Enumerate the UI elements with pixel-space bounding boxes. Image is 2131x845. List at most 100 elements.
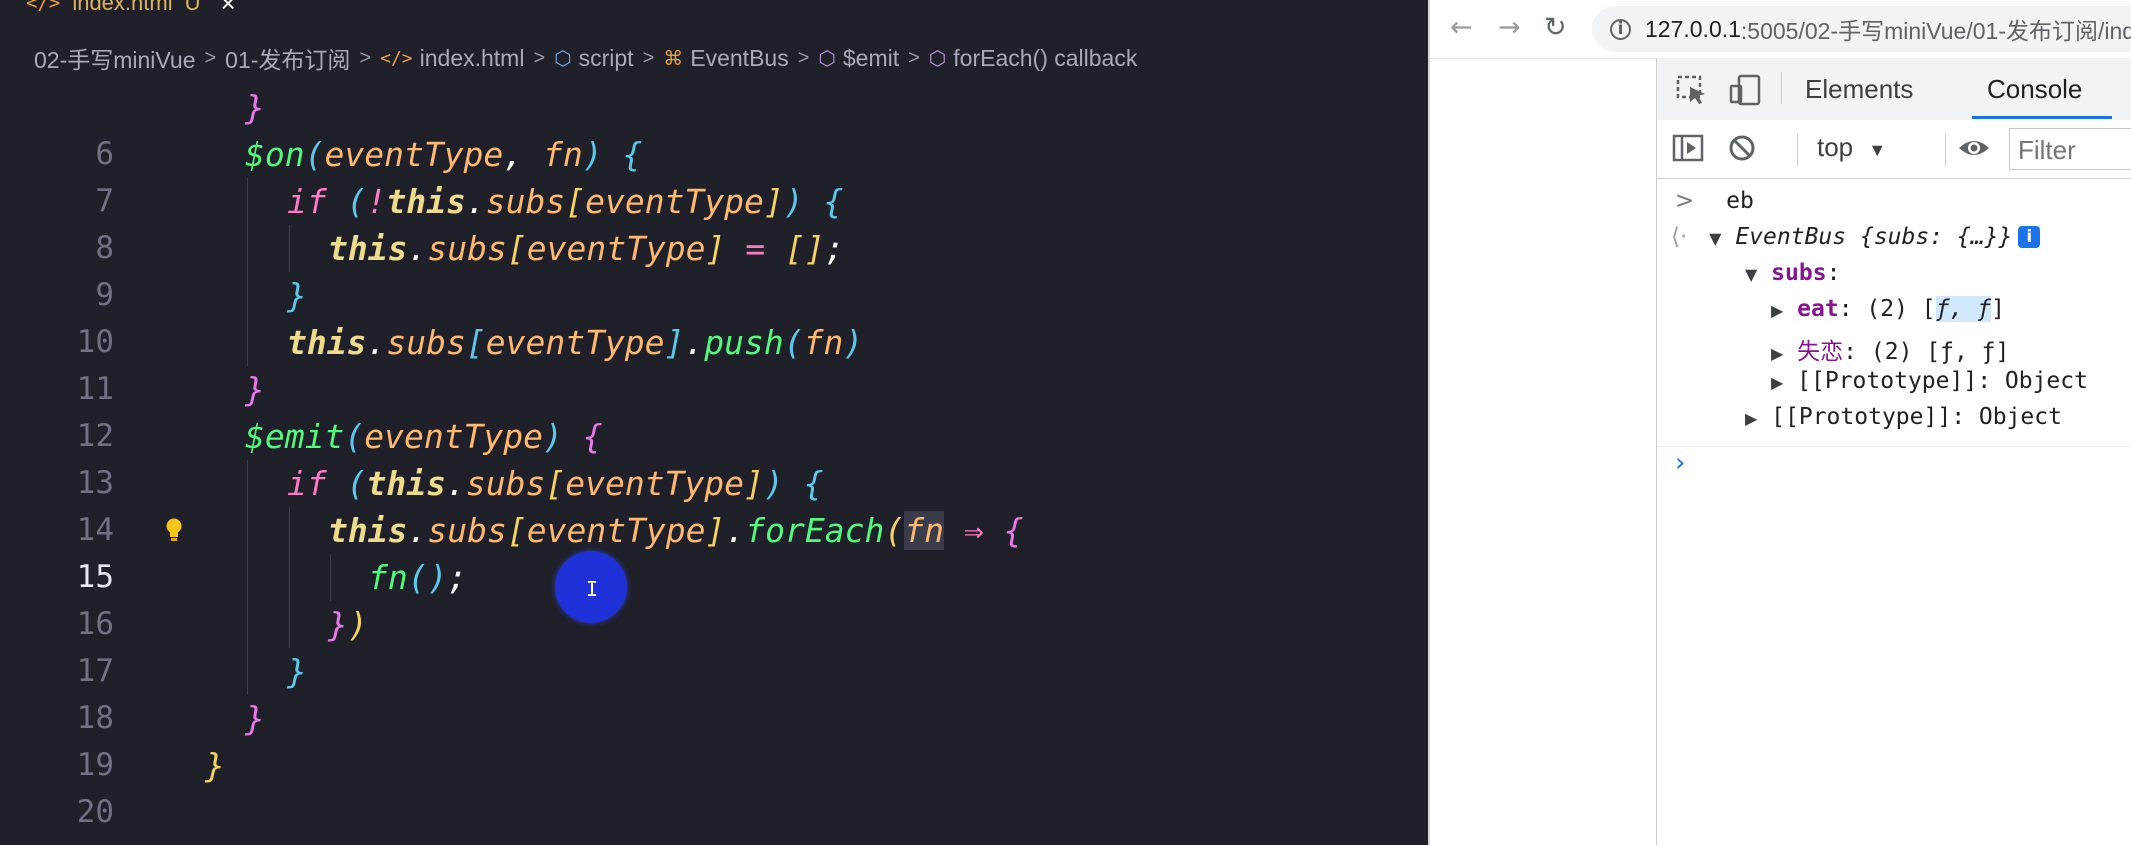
tree-item-subs[interactable]: ▼ subs:	[1745, 260, 1840, 286]
filter-placeholder: Filter	[2018, 135, 2076, 165]
code-line: 6 }	[0, 84, 1428, 172]
code-line: 14 if (this.subs[eventType]) {	[0, 460, 1428, 548]
code-area[interactable]: 6 } 7 $on(eventType, fn) { 8 if (!this.s…	[0, 84, 1428, 845]
address-bar[interactable]: i 127.0.0.1:5005/02-手写miniVue/01-发布订阅/in…	[1592, 6, 2131, 52]
expand-triangle-icon[interactable]: ▶	[1771, 373, 1783, 392]
this-keyword: this	[328, 511, 408, 550]
breadcrumb-method[interactable]: $emit	[843, 45, 899, 72]
info-badge-icon[interactable]: i	[2018, 226, 2041, 248]
active-tab-indicator	[1972, 116, 2112, 119]
untracked-badge: U	[184, 0, 201, 15]
tree-item-prototype-inner[interactable]: ▶ [[Prototype]]: Object	[1771, 368, 2088, 394]
code-line: 19 }	[0, 695, 1428, 783]
tab-filename: index.html	[72, 0, 173, 15]
line-number: 21	[0, 836, 114, 845]
tab-elements[interactable]: Elements	[1805, 74, 1913, 105]
breadcrumb-folder-2[interactable]: 01-发布订阅	[225, 41, 350, 75]
property: subs	[485, 182, 566, 221]
back-icon[interactable]: ←	[1450, 12, 1473, 43]
console-command: eb	[1726, 188, 1754, 214]
result-preview: {subs: {…}}	[1859, 224, 2013, 250]
console-prompt-icon[interactable]: ›	[1675, 448, 1685, 478]
breadcrumb-class[interactable]: EventBus	[690, 45, 788, 72]
console-toolbar: top ▼ Filter	[1657, 120, 2131, 179]
console-filter-input[interactable]: Filter	[2009, 128, 2131, 170]
method-cube-icon: ⬡	[928, 47, 947, 70]
this-keyword: this	[328, 229, 408, 268]
devtools-tab-bar: Elements Console	[1657, 58, 2131, 121]
code-line: 11 this.subs[eventType].push(fn)	[0, 319, 1428, 407]
html-file-icon: </>	[26, 0, 61, 14]
property: subs	[427, 229, 507, 268]
code-line: 12 }	[0, 366, 1428, 454]
param: eventType	[585, 182, 764, 221]
function-call: fn	[368, 558, 408, 597]
code-line: 8 if (!this.subs[eventType]) {	[0, 178, 1428, 266]
param: eventType	[364, 417, 544, 456]
code-line: 13 $emit(eventType) {	[0, 413, 1428, 501]
sidebar-toggle-icon[interactable]	[1671, 132, 1705, 164]
tree-item-shilian[interactable]: ▶ 失恋: (2) [ƒ, ƒ]	[1771, 332, 2009, 366]
breadcrumb-callback[interactable]: forEach() callback	[953, 45, 1137, 72]
breadcrumb-file[interactable]: index.html	[420, 45, 525, 72]
separator	[1781, 72, 1782, 104]
chevron-right-icon: >	[908, 46, 920, 69]
expand-triangle-icon[interactable]: ▶	[1745, 409, 1757, 428]
property: subs	[386, 323, 466, 362]
code-line-active: 15 this.subs[eventType].forEach(fn ⇒ {	[0, 507, 1428, 595]
url-path: :5005/02-手写miniVue/01-发布订阅/inde	[1740, 18, 2131, 44]
site-info-icon[interactable]: i	[1610, 18, 1631, 40]
array-close: ]	[1991, 296, 2005, 322]
expand-triangle-icon[interactable]: ▼	[1745, 265, 1757, 284]
result-class-name: EventBus	[1735, 224, 1847, 250]
code-line: 7 $on(eventType, fn) {	[0, 131, 1428, 219]
param: eventType	[565, 464, 745, 503]
property-value: Object	[2004, 368, 2088, 394]
property-value: (2) [	[1866, 296, 1936, 322]
editor-tab-strip: </> index.html U ×	[0, 0, 1428, 22]
inspect-element-icon[interactable]	[1675, 74, 1709, 106]
expand-triangle-icon[interactable]: ▼	[1709, 229, 1721, 248]
param: eventType	[485, 323, 665, 362]
context-selector[interactable]: top ▼	[1817, 132, 1886, 163]
chevron-right-icon: >	[204, 46, 217, 69]
console-input-line: > eb	[1675, 188, 1754, 214]
reload-icon[interactable]: ↻	[1544, 12, 1567, 43]
property-key: [[Prototype]]	[1797, 368, 1978, 394]
forward-icon[interactable]: →	[1498, 12, 1521, 43]
breadcrumb-folder-1[interactable]: 02-手写miniVue	[34, 41, 195, 75]
html-file-icon: </>	[380, 47, 413, 69]
code-line: 10 }	[0, 272, 1428, 360]
clear-console-icon[interactable]	[1725, 132, 1759, 164]
property-key: subs	[1771, 260, 1827, 286]
divider	[1657, 446, 2131, 447]
tab-index-html[interactable]: </> index.html U ×	[0, 0, 271, 22]
code-line: 9 this.subs[eventType] = [];	[0, 225, 1428, 313]
this-keyword: this	[366, 464, 446, 503]
breadcrumb-script[interactable]: script	[579, 45, 634, 72]
method-cube-icon: ⬡	[818, 47, 836, 70]
browser-window: ← → ↻ i 127.0.0.1:5005/02-手写miniVue/01-发…	[1428, 0, 2131, 845]
tree-item-eat[interactable]: ▶ eat: (2) [ƒ, ƒ]	[1771, 296, 2005, 322]
arrow-operator: ⇒	[963, 511, 984, 550]
url-host: 127.0.0.1	[1645, 15, 1741, 42]
code-line: 18 }	[0, 648, 1428, 736]
browser-toolbar: ← → ↻ i 127.0.0.1:5005/02-手写miniVue/01-发…	[1430, 0, 2131, 59]
code-editor[interactable]: </> index.html U × 02-手写miniVue > 01-发布订…	[0, 0, 1428, 845]
device-toolbar-icon[interactable]	[1729, 74, 1763, 106]
expand-triangle-icon[interactable]: ▶	[1771, 301, 1783, 320]
selected-text: ƒ, ƒ	[1935, 296, 1992, 322]
tab-console[interactable]: Console	[1987, 74, 2082, 105]
dropdown-arrow-icon: ▼	[1868, 140, 1887, 160]
separator	[1797, 134, 1798, 166]
lightbulb-icon[interactable]	[165, 517, 183, 543]
code-line: 21	[0, 789, 1428, 845]
console-result-line[interactable]: ⟨· ▼ EventBus {subs: {…}} i	[1671, 224, 2041, 250]
eye-icon[interactable]	[1957, 132, 1991, 164]
chevron-right-icon: >	[533, 46, 546, 69]
chevron-right-icon: >	[642, 46, 655, 69]
property: subs	[465, 464, 546, 503]
close-tab-icon[interactable]: ×	[221, 0, 236, 19]
tree-item-prototype-outer[interactable]: ▶ [[Prototype]]: Object	[1745, 404, 2062, 430]
expand-triangle-icon[interactable]: ▶	[1771, 344, 1783, 363]
